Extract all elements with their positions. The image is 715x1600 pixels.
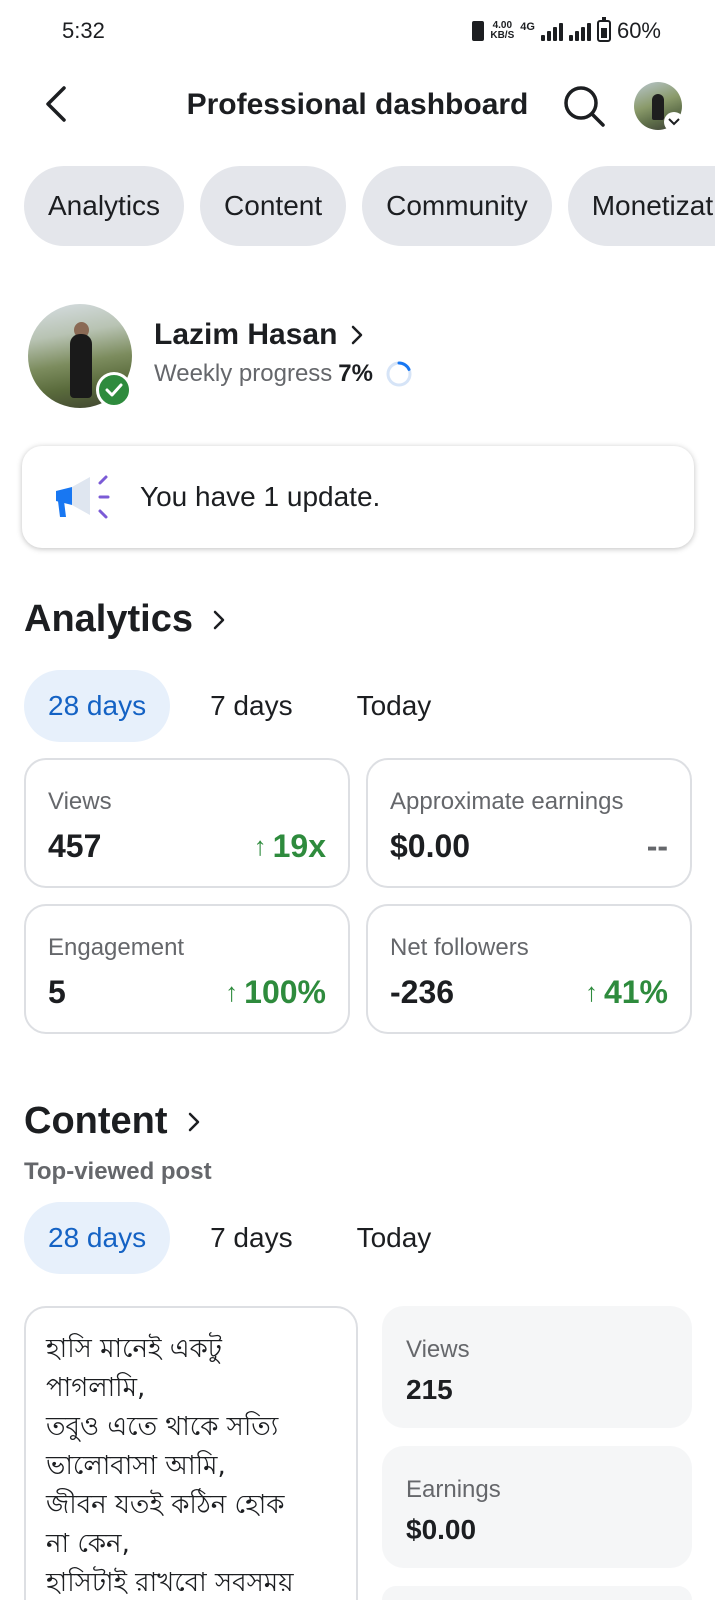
post-text-line: ভালোবাসা আমি,: [46, 1451, 226, 1481]
stat-value: 215: [406, 1374, 453, 1405]
metric-change: ↑ 41%: [585, 974, 668, 1011]
post-stat-views: Views 215: [382, 1306, 692, 1428]
weekly-progress-value: 7%: [338, 360, 373, 387]
dashboard-tabs: Analytics Content Community Monetization: [24, 166, 715, 246]
net-speed-unit: KB/S: [490, 30, 515, 41]
signal-icon-2: [568, 21, 591, 41]
metric-change-value: --: [646, 828, 668, 864]
top-post-card[interactable]: হাসি মানেই একটু পাগলামি, তবুও এতে থাকে স…: [24, 1306, 358, 1600]
arrow-up-icon: ↑: [584, 977, 598, 1007]
vibrate-icon: [472, 21, 485, 41]
metric-value: -236: [390, 974, 455, 1010]
weekly-progress: Weekly progress 7%: [154, 360, 413, 388]
metric-change: ↑ 100%: [225, 974, 326, 1011]
analytics-range-7-days[interactable]: 7 days: [186, 670, 317, 742]
tab-community[interactable]: Community: [362, 166, 552, 246]
metric-change-value: 41%: [603, 974, 668, 1010]
update-card[interactable]: You have 1 update.: [22, 446, 694, 548]
battery-icon: [596, 17, 611, 42]
status-bar: 5:32 4.00 KB/S 4G 60%: [0, 0, 715, 64]
profile-name: Lazim Hasan: [154, 318, 338, 351]
post-text-line: পাগলামি,: [46, 1373, 146, 1403]
page-title: Professional dashboard: [186, 88, 529, 121]
status-time: 5:32: [62, 18, 105, 43]
header: Professional dashboard: [0, 66, 715, 146]
metric-change-value: 19x: [272, 828, 326, 864]
chevron-down-icon: [664, 112, 684, 132]
analytics-range-28-days[interactable]: 28 days: [24, 670, 171, 742]
post-stat-earnings: Earnings $0.00: [382, 1446, 692, 1568]
metric-label: Views: [48, 788, 112, 815]
chevron-right-icon: [213, 610, 225, 629]
status-icons: 4.00 KB/S 4G 60%: [472, 17, 661, 44]
megaphone-icon: [56, 475, 110, 519]
search-button[interactable]: [562, 84, 606, 128]
avatar-figure: [652, 94, 664, 120]
analytics-range-selector: 28 days 7 days Today: [24, 670, 471, 742]
content-range-selector: 28 days 7 days Today: [24, 1202, 471, 1274]
metric-card-engagement[interactable]: Engagement 5 ↑ 100%: [24, 904, 350, 1034]
account-avatar-button[interactable]: [634, 82, 684, 132]
post-text-line: না কেন,: [46, 1529, 130, 1559]
weekly-progress-label: Weekly progress: [154, 360, 333, 387]
arrow-up-icon: ↑: [253, 831, 267, 861]
search-icon: [564, 86, 605, 127]
metric-card-views[interactable]: Views 457 ↑ 19x: [24, 758, 350, 888]
post-stat-more: [382, 1586, 692, 1600]
profile-name-row[interactable]: Lazim Hasan: [154, 318, 363, 352]
tab-analytics[interactable]: Analytics: [24, 166, 185, 246]
content-range-28-days[interactable]: 28 days: [24, 1202, 171, 1274]
metric-value: $0.00: [390, 828, 471, 864]
metric-value: 5: [48, 974, 66, 1010]
network-type: 4G: [520, 21, 535, 33]
metric-change-value: 100%: [244, 974, 326, 1010]
stat-label: Views: [406, 1336, 470, 1363]
stat-label: Earnings: [406, 1476, 501, 1503]
profile-summary[interactable]: Lazim Hasan Weekly progress 7%: [28, 304, 688, 414]
tab-monetization[interactable]: Monetization: [567, 166, 715, 246]
chevron-right-icon: [352, 325, 363, 345]
post-text-line: হাসিটাই রাখবো সবসময়: [46, 1568, 294, 1598]
tab-content[interactable]: Content: [200, 166, 347, 246]
metric-value: 457: [48, 828, 102, 864]
post-text-line: হাসি মানেই একটু: [46, 1334, 222, 1364]
metric-label: Net followers: [390, 934, 529, 961]
metric-label: Approximate earnings: [390, 788, 624, 815]
post-text-line: তবুও এতে থাকে সত্যি: [46, 1412, 279, 1442]
update-text: You have 1 update.: [140, 481, 381, 512]
content-title: Content: [24, 1100, 168, 1142]
progress-ring-icon: [386, 361, 412, 387]
analytics-range-today[interactable]: Today: [333, 670, 456, 742]
content-subtitle: Top-viewed post: [24, 1158, 212, 1185]
net-speed: 4.00 KB/S: [490, 21, 514, 41]
battery-level: 60%: [616, 18, 661, 43]
verified-check-icon: [96, 372, 132, 408]
metric-change: --: [647, 828, 668, 865]
metric-label: Engagement: [48, 934, 185, 961]
chevron-right-icon: [188, 1112, 199, 1131]
signal-icon: [540, 21, 563, 41]
analytics-section-title[interactable]: Analytics: [24, 598, 225, 641]
content-range-7-days[interactable]: 7 days: [186, 1202, 317, 1274]
stat-value: $0.00: [406, 1514, 477, 1545]
metric-change: ↑ 19x: [254, 828, 326, 865]
metric-card-net-followers[interactable]: Net followers -236 ↑ 41%: [366, 904, 692, 1034]
avatar-person: [70, 334, 92, 398]
post-text-line: জীবন যতই কঠিন হোক: [46, 1490, 285, 1520]
metric-card-earnings[interactable]: Approximate earnings $0.00 --: [366, 758, 692, 888]
content-range-today[interactable]: Today: [333, 1202, 456, 1274]
content-section-title[interactable]: Content: [24, 1100, 200, 1143]
analytics-title: Analytics: [24, 598, 193, 640]
arrow-up-icon: ↑: [225, 977, 239, 1007]
